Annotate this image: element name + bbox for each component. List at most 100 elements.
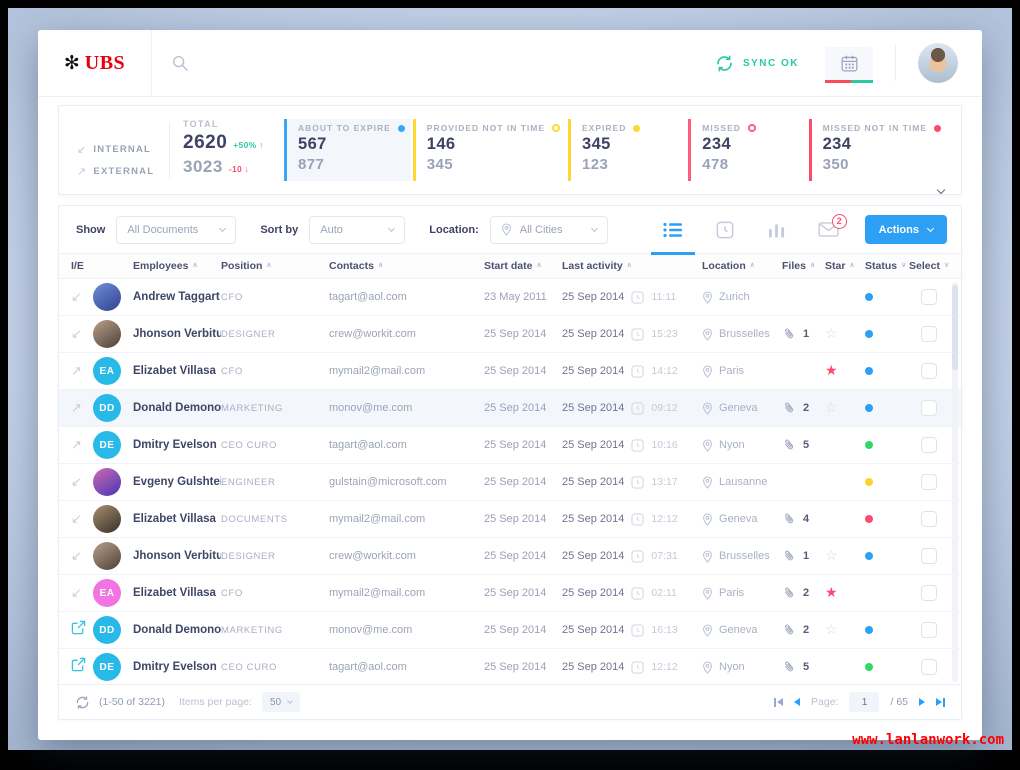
table-row[interactable]: ↗ DD Donald Demonov MARKETING monov@me.c… [59,390,961,427]
select-cell [909,437,949,453]
table-row[interactable]: DE Dmitry Evelson CEO CURO tagart@aol.co… [59,649,961,686]
start-date: 25 Sep 2014 [484,439,547,451]
stat-secondary-value: 123 [582,156,609,173]
files-cell[interactable]: 5 [782,660,825,674]
row-checkbox[interactable] [921,437,937,453]
table-row[interactable]: ↙ Elizabet Villasa DOCUMENTS mymail2@mai… [59,501,961,538]
user-avatar[interactable] [918,43,958,83]
table-row[interactable]: ↙ Andrew Taggart CFO tagart@aol.com 23 M… [59,279,961,316]
contact-email[interactable]: tagart@aol.com [329,291,484,303]
contact-email[interactable]: crew@workit.com [329,328,484,340]
files-cell[interactable]: 5 [782,438,825,452]
stat-card[interactable]: PROVIDED NOT IN TIME 146 345 [412,119,566,181]
contact-email[interactable]: monov@me.com [329,402,484,414]
column-header[interactable]: Position ∧ [221,260,329,272]
column-header[interactable]: Status ∨ [865,260,909,272]
sort-caret-icon: ∧ [377,262,384,269]
column-header[interactable]: Employees ∧ [133,260,221,272]
location-name: Geneva [719,624,758,636]
stat-card[interactable]: EXPIRED 345 123 [568,119,686,181]
actions-button[interactable]: Actions [864,215,947,244]
previous-page-button[interactable] [794,698,801,706]
contact-email[interactable]: crew@workit.com [329,550,484,562]
location-pin-icon [703,660,712,674]
contact-email[interactable]: tagart@aol.com [329,661,484,673]
table-row[interactable]: ↙ Jhonson Verbitum DESIGNER crew@workit.… [59,538,961,575]
scrollbar-thumb[interactable] [952,285,958,370]
location-label: Location: [429,223,479,236]
status-dot [865,367,873,375]
files-cell[interactable]: 2 [782,401,825,415]
table-row[interactable]: ↙ EA Elizabet Villasa CFO mymail2@mail.c… [59,575,961,612]
column-header[interactable]: Location ∧ [702,260,782,272]
table-row[interactable]: ↗ DE Dmitry Evelson CEO CURO tagart@aol.… [59,427,961,464]
mail-button[interactable]: 2 [803,206,855,254]
location-dropdown[interactable]: All Cities [489,215,608,244]
table-row[interactable]: ↙ Jhonson Verbitum DESIGNER crew@workit.… [59,316,961,353]
contact-email[interactable]: tagart@aol.com [329,439,484,451]
star-icon[interactable]: ☆ [825,621,838,637]
row-checkbox[interactable] [921,585,937,601]
row-checkbox[interactable] [921,548,937,564]
column-header[interactable]: Contacts ∧ [329,260,484,272]
row-checkbox[interactable] [921,363,937,379]
contact-email[interactable]: mymail2@mail.com [329,587,484,599]
row-checkbox[interactable] [921,622,937,638]
employee-name: Elizabet Villasa [133,365,216,377]
position: MARKETING [221,402,283,414]
star-icon[interactable]: ★ [825,584,838,600]
row-checkbox[interactable] [921,289,937,305]
stat-card[interactable]: MISSED NOT IN TIME 234 350 [808,119,947,181]
page-input[interactable]: 1 [849,692,880,712]
table-row[interactable]: ↗ EA Elizabet Villasa CFO mymail2@mail.c… [59,353,961,390]
search-button[interactable] [171,54,189,72]
last-page-button[interactable] [936,697,945,707]
list-view-toggle[interactable] [647,206,699,255]
items-per-page-select[interactable]: 50 [261,692,301,712]
brand-logo[interactable]: ✻ UBS [38,30,152,96]
column-header[interactable]: Start date ∧ [484,260,562,272]
column-header[interactable]: Files ∧ [782,260,825,272]
star-icon[interactable]: ★ [825,362,838,378]
star-icon[interactable]: ☆ [825,325,838,341]
table-row[interactable]: DD Donald Demonov MARKETING monov@me.com… [59,612,961,649]
calendar-button[interactable] [825,46,873,83]
star-icon[interactable]: ☆ [825,399,838,415]
files-cell[interactable]: 2 [782,586,825,600]
row-checkbox[interactable] [921,474,937,490]
timeline-view-toggle[interactable] [699,206,751,254]
refresh-icon[interactable] [75,695,90,710]
last-activity: 25 Sep 2014 09:12 [562,401,702,415]
contact-email[interactable]: monov@me.com [329,624,484,636]
stat-card[interactable]: MISSED 234 478 [688,119,806,181]
next-page-button[interactable] [919,698,925,706]
column-header[interactable]: I/E [71,260,93,272]
vertical-scrollbar[interactable] [952,282,958,682]
brand-name: UBS [84,51,126,74]
status-cell [865,325,909,343]
files-cell[interactable]: 2 [782,623,825,637]
sort-dropdown[interactable]: Auto [309,215,406,244]
sync-status[interactable]: SYNC OK [715,54,799,73]
row-checkbox[interactable] [921,659,937,675]
stat-card[interactable]: ABOUT TO EXPIRE 567 877 [284,119,411,181]
files-cell[interactable]: 4 [782,512,825,526]
contact-email[interactable]: mymail2@mail.com [329,513,484,525]
column-header[interactable]: Select ∨ [909,260,949,272]
contact-email[interactable]: gulstain@microsoft.com [329,476,484,488]
chart-view-toggle[interactable] [751,206,803,254]
stats-expand-button[interactable] [936,180,947,195]
location-name: Paris [719,587,745,599]
first-page-button[interactable] [774,697,784,707]
row-checkbox[interactable] [921,511,937,527]
contact-email[interactable]: mymail2@mail.com [329,365,484,377]
files-cell[interactable]: 1 [782,549,825,563]
column-header[interactable]: Star ∧ [825,260,865,272]
documents-dropdown[interactable]: All Documents [116,215,237,244]
files-cell[interactable]: 1 [782,327,825,341]
row-checkbox[interactable] [921,400,937,416]
row-checkbox[interactable] [921,326,937,342]
column-header[interactable]: Last activity ∧ [562,260,702,272]
star-icon[interactable]: ☆ [825,547,838,563]
table-row[interactable]: ↙ Evgeny Gulshtein ENGINEER gulstain@mic… [59,464,961,501]
